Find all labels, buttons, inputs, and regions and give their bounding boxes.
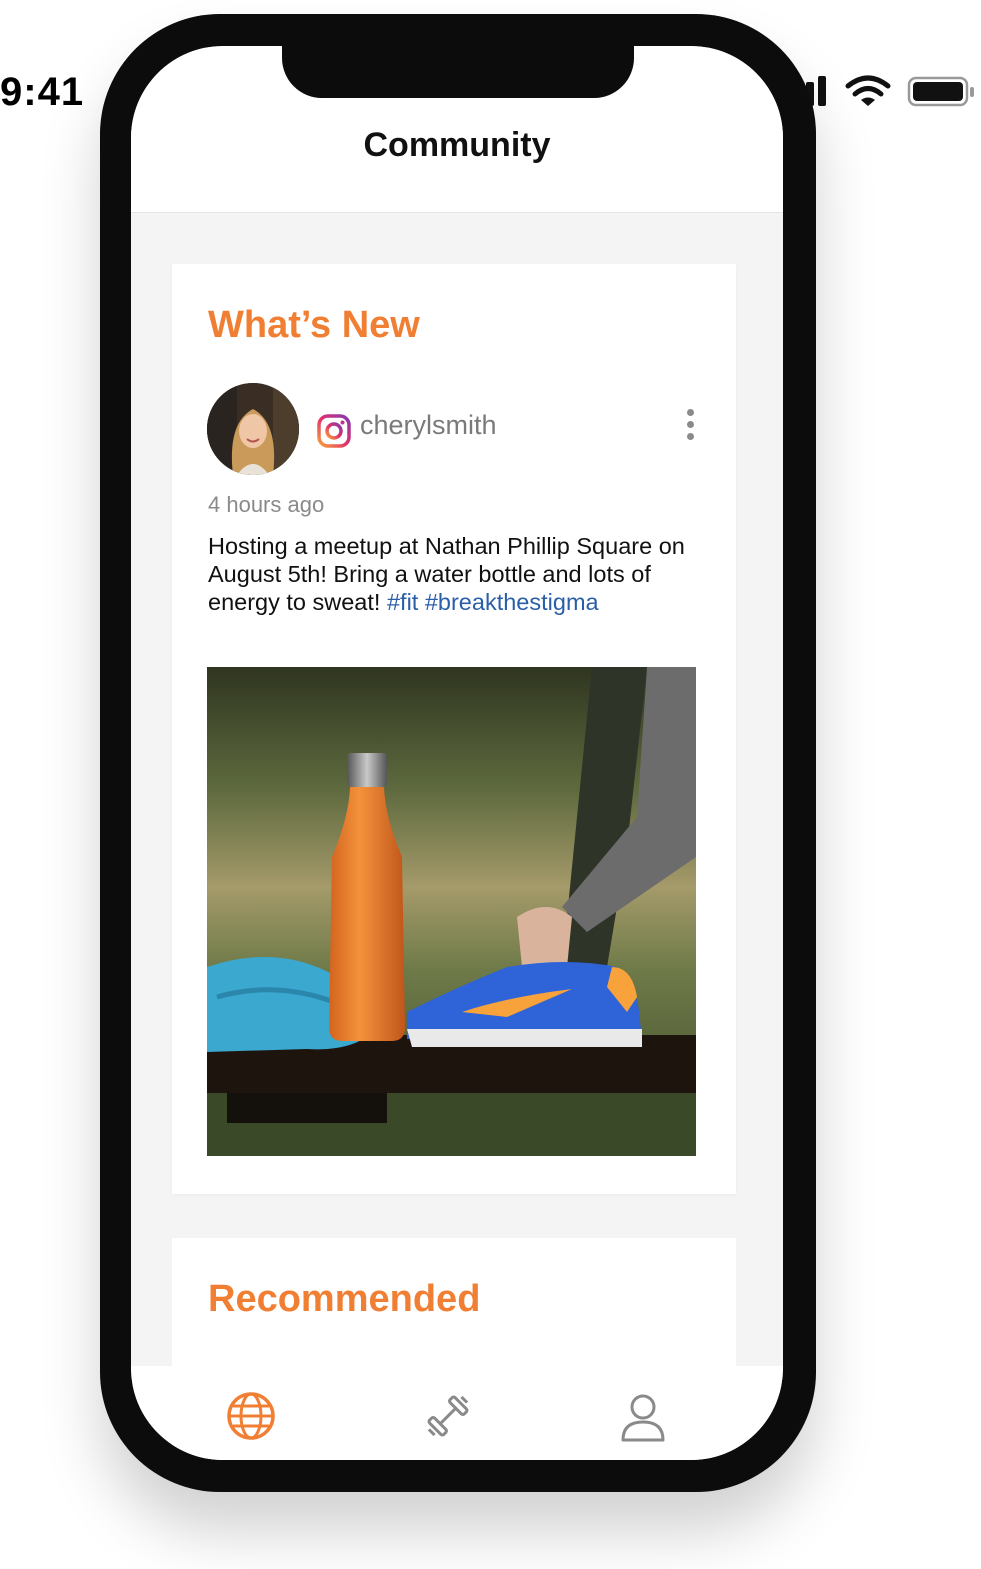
whats-new-card: What’s New cherylsmith 4 hours ago Hosti… (172, 264, 736, 1194)
more-options-icon[interactable] (682, 409, 698, 449)
whats-new-heading: What’s New (208, 304, 420, 346)
wifi-icon (845, 75, 891, 106)
avatar[interactable] (207, 383, 299, 475)
post-username[interactable]: cherylsmith (360, 410, 497, 441)
dumbbell-icon (427, 1395, 469, 1437)
battery-icon (907, 76, 974, 107)
post-photo[interactable] (207, 667, 696, 1156)
tab-profile[interactable] (615, 1388, 671, 1444)
post-timestamp: 4 hours ago (208, 492, 325, 517)
person-icon (621, 1394, 665, 1442)
tab-workouts[interactable] (420, 1388, 476, 1444)
instagram-icon (317, 414, 351, 448)
post-body: Hosting a meetup at Nathan Phillip Squar… (208, 532, 708, 616)
recommended-heading: Recommended (208, 1278, 481, 1320)
status-time: 9:41 (0, 70, 85, 114)
app-screen: Community What’s New cherylsmith 4 hours… (131, 46, 783, 1460)
phone-notch (282, 40, 634, 98)
page-title: Community (363, 126, 551, 164)
tab-community[interactable] (223, 1388, 279, 1444)
tab-bar (131, 1366, 783, 1460)
post-hashtags[interactable]: #fit #breakthestigma (387, 589, 599, 615)
globe-icon (227, 1392, 275, 1440)
